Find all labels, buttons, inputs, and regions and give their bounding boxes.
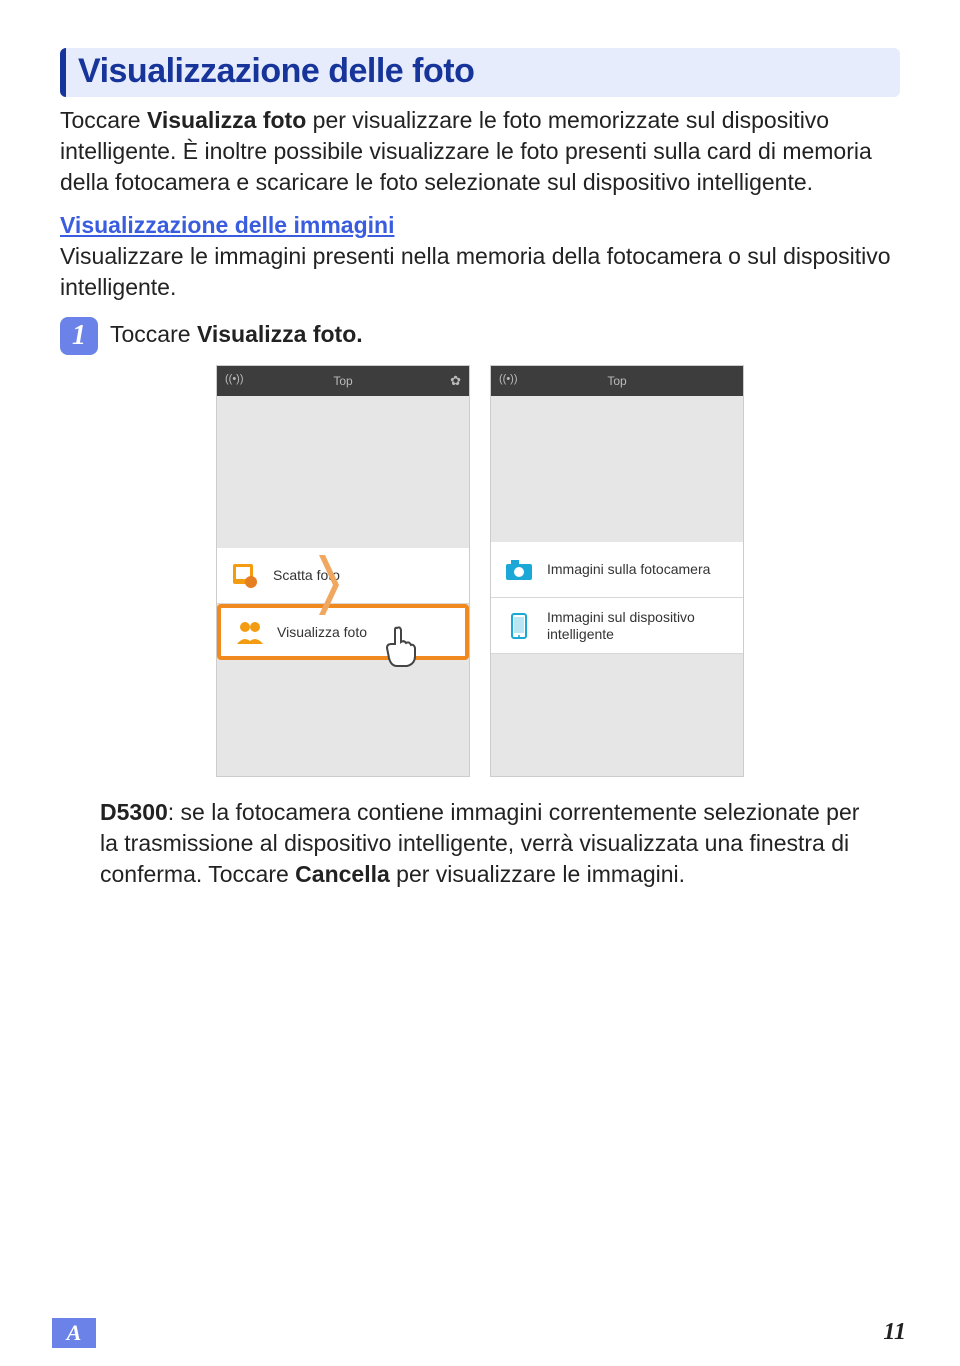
sub-body: Visualizzare le immagini presenti nella … [60,241,900,303]
camera-icon [501,552,537,588]
intro-bold: Visualizza foto [147,107,306,133]
menu-item-img-camera[interactable]: Immagini sulla fotocamera [491,542,743,598]
phone-right-body: Immagini sulla fotocamera Immagini sul d… [491,396,743,776]
menu-item-scatta[interactable]: Scatta foto [217,548,469,604]
screenshots-container: ((•)) Top ✿ Scatta foto [60,365,900,777]
sub-heading: Visualizzazione delle immagini [60,212,900,239]
intro-before: Toccare [60,107,147,133]
menu-label-img-camera: Immagini sulla fotocamera [547,561,733,578]
menu-label-visualizza: Visualizza foto [277,624,455,641]
people-icon [231,614,267,650]
step-row: 1 Toccare Visualizza foto. [60,317,900,355]
phone-right-title: Top [607,374,626,388]
gear-icon: ✿ [450,373,461,389]
phone-left-title: Top [333,374,352,388]
phone-left: ((•)) Top ✿ Scatta foto [216,365,470,777]
phone-right-topbar: ((•)) Top [491,366,743,396]
footer-page-number: 11 [883,1319,906,1346]
menu-item-img-device[interactable]: Immagini sul dispositivo intelligente [491,598,743,654]
footer-section-letter: A [52,1318,96,1348]
menu-label-img-device: Immagini sul dispositivo intelligente [547,609,733,643]
wifi-icon: ((•)) [499,373,518,385]
step-number-badge: 1 [60,317,98,355]
pointer-hand-icon [379,622,425,668]
phone-right-menu: Immagini sulla fotocamera Immagini sul d… [491,542,743,654]
phone-right: ((•)) Top Immagini sulla fotocamera [490,365,744,777]
section-title: Visualizzazione delle foto [78,52,888,91]
note-bold1: D5300 [100,799,168,825]
transition-arrow-icon [319,555,339,615]
camera-touch-icon [227,558,263,594]
smartphone-icon [501,608,537,644]
note-paragraph: D5300: se la fotocamera contiene immagin… [100,797,860,890]
step-bold: Visualizza foto. [197,321,363,347]
step-before: Toccare [110,321,197,347]
note-bold2: Cancella [295,861,390,887]
step-text: Toccare Visualizza foto. [110,317,363,348]
note-end: per visualizzare le immagini. [390,861,685,887]
intro-paragraph: Toccare Visualizza foto per visualizzare… [60,105,900,198]
phone-left-body: Scatta foto Visualizza foto [217,396,469,776]
page-footer: A 11 [0,1312,960,1348]
section-title-box: Visualizzazione delle foto [60,48,900,97]
wifi-icon: ((•)) [225,373,244,385]
menu-item-visualizza[interactable]: Visualizza foto [217,604,469,660]
phone-left-topbar: ((•)) Top ✿ [217,366,469,396]
phone-left-menu: Scatta foto Visualizza foto [217,548,469,660]
menu-label-scatta: Scatta foto [273,567,459,584]
